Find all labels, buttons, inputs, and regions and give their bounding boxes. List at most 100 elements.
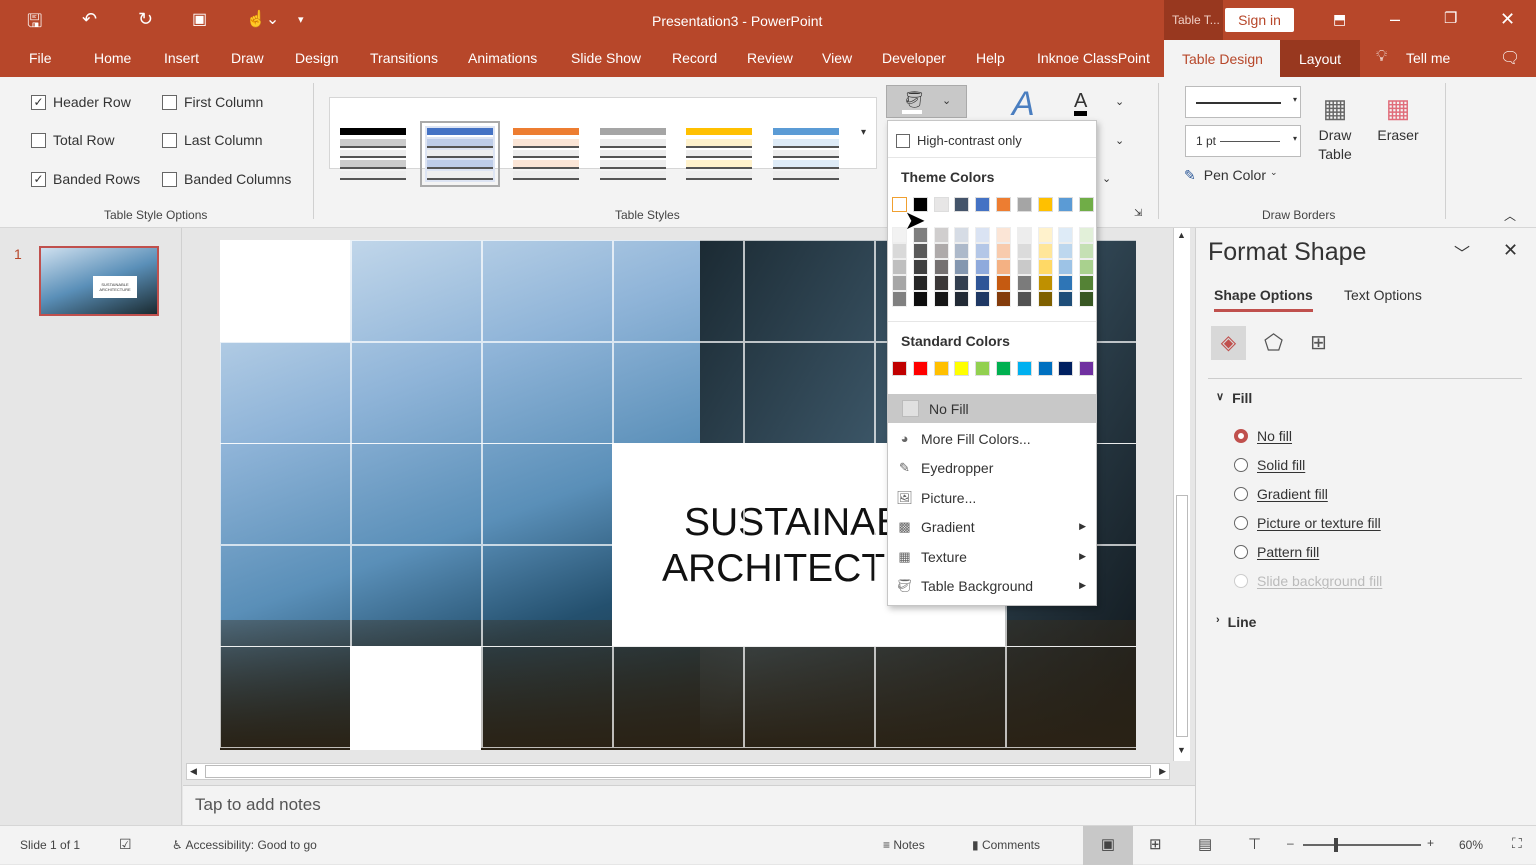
theme-color-swatch[interactable] — [975, 197, 991, 212]
theme-shade-swatch[interactable] — [1058, 243, 1074, 259]
zoom-level[interactable]: 60% — [1459, 838, 1483, 852]
pane-options-icon[interactable]: ﹀ — [1454, 240, 1470, 264]
scroll-thumb[interactable] — [205, 765, 1151, 778]
tab-design[interactable]: Design — [295, 50, 339, 66]
chevron-down-icon[interactable]: ⌄ — [1115, 95, 1124, 108]
radio-gradient-fill[interactable]: Gradient fill — [1234, 486, 1328, 502]
standard-color-swatch[interactable] — [954, 361, 970, 376]
theme-shade-swatch[interactable] — [954, 291, 970, 307]
theme-shade-swatch[interactable] — [1037, 243, 1053, 259]
undo-icon[interactable]: ↶ — [82, 9, 97, 30]
theme-shade-swatch[interactable] — [1058, 227, 1074, 243]
zoom-slider-thumb[interactable] — [1334, 838, 1339, 852]
theme-shade-swatch[interactable] — [933, 227, 949, 243]
table-cell[interactable] — [351, 341, 482, 444]
theme-color-swatch[interactable] — [954, 197, 970, 212]
pen-color-button[interactable]: ✎ Pen Color ⌄ — [1184, 167, 1278, 184]
menu-item-gradient[interactable]: ▩ Gradient ▶ — [888, 512, 1096, 541]
sign-in-button[interactable]: Sign in — [1225, 8, 1294, 32]
menu-item-no-fill[interactable]: No Fill — [888, 394, 1096, 423]
theme-shade-swatch[interactable] — [1079, 291, 1095, 307]
chevron-down-icon[interactable]: ⌄ — [1102, 172, 1111, 185]
standard-color-swatch[interactable] — [912, 361, 928, 376]
menu-item-table-background[interactable]: 🪣︎ Table Background ▶ — [888, 571, 1096, 600]
spell-check-icon[interactable]: ☑ — [119, 836, 132, 853]
theme-shade-swatch[interactable] — [975, 275, 991, 291]
table-cell[interactable] — [220, 544, 351, 647]
high-contrast-checkbox[interactable]: High-contrast only — [896, 133, 1022, 148]
tab-shape-options[interactable]: Shape Options — [1214, 287, 1313, 312]
tell-me-search[interactable]: Tell me — [1406, 50, 1450, 66]
fill-section-header[interactable]: ∨ Fill — [1216, 390, 1252, 406]
table-style-thumbnail[interactable] — [771, 126, 841, 182]
standard-color-swatch[interactable] — [1058, 361, 1074, 376]
table-cell[interactable] — [613, 544, 744, 647]
theme-shade-swatch[interactable] — [996, 275, 1011, 291]
restore-icon[interactable]: ❐ — [1444, 9, 1457, 27]
comments-button[interactable]: ▮ Comments — [972, 838, 1040, 852]
table-cell[interactable] — [220, 341, 351, 444]
table-cell[interactable] — [613, 240, 744, 342]
theme-shade-swatch[interactable] — [1037, 291, 1053, 307]
table-style-thumbnail[interactable] — [684, 126, 754, 182]
theme-shade-swatch[interactable] — [975, 243, 991, 259]
normal-view-button[interactable]: ▣ — [1083, 826, 1133, 865]
theme-shade-swatch[interactable] — [912, 275, 928, 291]
table-cell[interactable] — [613, 443, 744, 545]
theme-shade-swatch[interactable] — [892, 227, 907, 243]
tab-classpoint[interactable]: Inknoe ClassPoint — [1037, 50, 1150, 66]
radio-pattern-fill[interactable]: Pattern fill — [1234, 544, 1319, 560]
table-cell[interactable] — [351, 443, 482, 545]
theme-color-swatch[interactable] — [1037, 197, 1053, 212]
table-cell[interactable] — [351, 544, 482, 647]
theme-shade-swatch[interactable] — [1016, 275, 1032, 291]
customize-qat-icon[interactable]: ▾ — [298, 13, 304, 26]
font-color-icon[interactable]: A — [1074, 91, 1088, 116]
theme-shade-swatch[interactable] — [1079, 227, 1095, 243]
banded-columns-checkbox[interactable]: Banded Columns — [162, 171, 291, 187]
table-cell[interactable] — [220, 646, 351, 748]
theme-shade-swatch[interactable] — [1016, 243, 1032, 259]
slide-thumbnail[interactable]: SUSTAINABLE ARCHITECTURE — [39, 246, 159, 316]
theme-shade-swatch[interactable] — [933, 259, 949, 275]
theme-shade-swatch[interactable] — [892, 291, 907, 307]
theme-shade-swatch[interactable] — [996, 291, 1011, 307]
tab-slide-show[interactable]: Slide Show — [571, 50, 641, 66]
standard-color-swatch[interactable] — [892, 361, 907, 376]
zoom-slider[interactable] — [1303, 838, 1421, 852]
table-cell[interactable] — [482, 341, 613, 444]
dialog-launcher-icon[interactable]: ⇲ — [1134, 208, 1142, 219]
first-column-checkbox[interactable]: First Column — [162, 94, 263, 110]
table-cell[interactable] — [744, 646, 875, 748]
collapse-ribbon-icon[interactable]: ︿ — [1504, 207, 1516, 224]
theme-shade-swatch[interactable] — [996, 243, 1011, 259]
table-style-thumbnail[interactable] — [511, 126, 581, 182]
menu-item-eyedropper[interactable]: ✎ Eyedropper — [888, 453, 1096, 482]
table-cell[interactable] — [875, 646, 1006, 748]
tab-transitions[interactable]: Transitions — [370, 50, 438, 66]
theme-shade-swatch[interactable] — [912, 243, 928, 259]
fit-to-window-icon[interactable]: ⛶ — [1512, 835, 1522, 852]
tab-layout[interactable]: Layout — [1280, 40, 1360, 77]
zoom-out-button[interactable]: – — [1287, 836, 1294, 850]
redo-icon[interactable]: ↻ — [138, 9, 153, 30]
theme-shade-swatch[interactable] — [975, 227, 991, 243]
theme-color-swatch[interactable] — [996, 197, 1011, 212]
theme-shade-swatch[interactable] — [954, 275, 970, 291]
fill-line-icon[interactable]: ◈ — [1211, 326, 1246, 360]
theme-color-swatch[interactable] — [1016, 197, 1032, 212]
theme-shade-swatch[interactable] — [1079, 275, 1095, 291]
theme-color-swatch[interactable] — [1079, 197, 1095, 212]
theme-shade-swatch[interactable] — [996, 259, 1011, 275]
table-cell[interactable] — [351, 240, 482, 342]
table-cell[interactable] — [220, 443, 351, 545]
theme-shade-swatch[interactable] — [1079, 259, 1095, 275]
menu-item-more-fill-colors[interactable]: ◕ More Fill Colors... — [888, 424, 1096, 453]
theme-shade-swatch[interactable] — [1037, 227, 1053, 243]
table-cell[interactable] — [482, 646, 613, 748]
table-cell[interactable] — [482, 544, 613, 647]
theme-shade-swatch[interactable] — [892, 275, 907, 291]
tab-home[interactable]: Home — [94, 50, 131, 66]
menu-item-texture[interactable]: ▦ Texture ▶ — [888, 542, 1096, 571]
tab-draw[interactable]: Draw — [231, 50, 264, 66]
